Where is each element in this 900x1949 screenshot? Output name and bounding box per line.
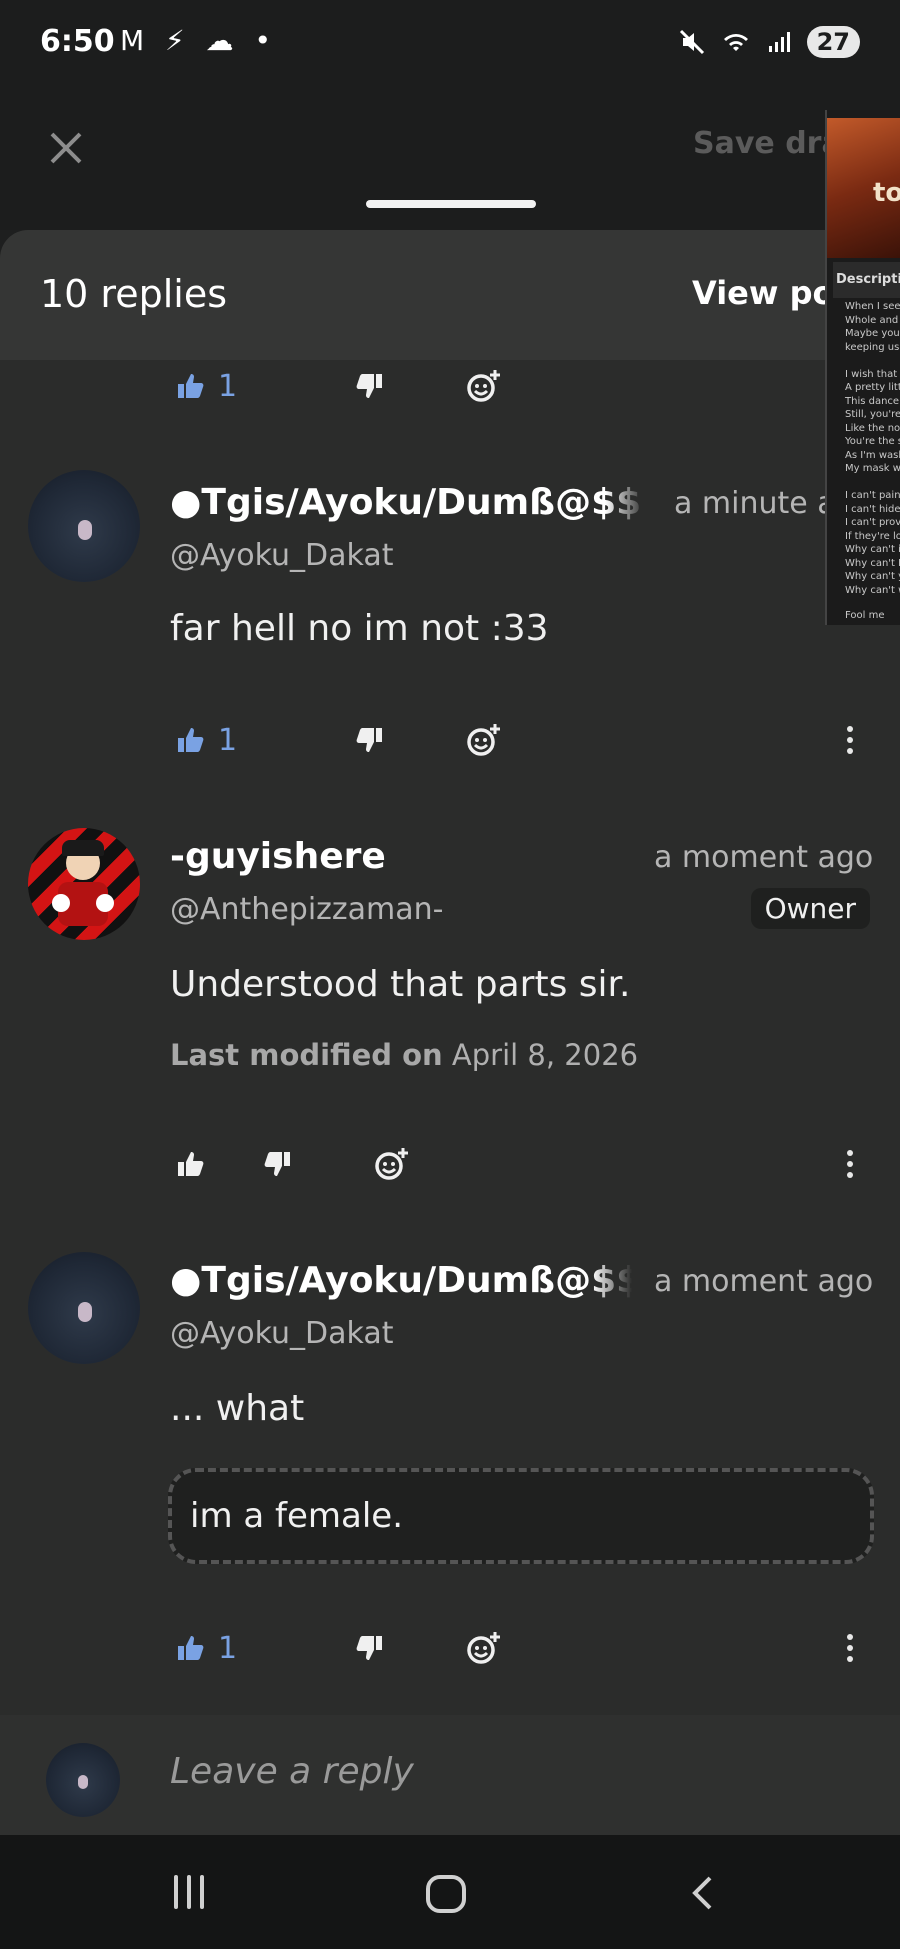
avatar[interactable] [28, 1252, 140, 1364]
comment-handle: @Ayoku_Dakat [170, 1316, 394, 1351]
top-bar: Save dra [0, 90, 900, 230]
more-options-icon[interactable] [840, 718, 860, 762]
comment-body: ... what [170, 1388, 305, 1429]
like-button[interactable] [170, 1628, 210, 1668]
reaction-row: 1 [170, 718, 506, 762]
add-reaction-button[interactable] [462, 718, 506, 762]
comment-username[interactable]: ●Tgis/Ayoku/Dumß@$$! [170, 482, 640, 523]
add-emoji-icon [467, 724, 500, 756]
sheet-header: 10 replies View pos [0, 230, 900, 360]
like-button[interactable] [170, 720, 210, 760]
avatar[interactable] [28, 828, 140, 940]
comment-username[interactable]: ●Tgis/Ayoku/Dumß@$$ [170, 1260, 632, 1301]
thumbnail-description-header: Descriptio [833, 262, 900, 298]
thumbs-up-icon [178, 1636, 204, 1660]
last-modified-label: Last modified on [170, 1038, 443, 1072]
thumbs-down-icon [356, 374, 382, 398]
comment-username[interactable]: -guyishere [170, 836, 386, 877]
username-fade [592, 1260, 632, 1304]
username-fade [605, 482, 645, 526]
replies-count: 10 replies [40, 272, 228, 316]
thumbnail-footer: Fool me [845, 610, 885, 621]
add-emoji-icon [467, 1632, 500, 1664]
quoted-reply: im a female. [168, 1468, 874, 1564]
reply-composer: Leave a reply [0, 1715, 900, 1835]
comment-handle: @Ayoku_Dakat [170, 538, 394, 573]
more-options-icon[interactable] [840, 1142, 860, 1186]
reaction-row: 1 [170, 364, 506, 408]
like-button[interactable] [170, 1144, 210, 1184]
notification-icons: M ⚡ ☁ • [120, 24, 278, 57]
mute-icon [679, 29, 704, 55]
system-nav-bar [0, 1835, 900, 1949]
wifi-icon [723, 34, 748, 51]
status-bar: 6:50 M ⚡ ☁ • 27 [0, 0, 900, 90]
more-options-icon[interactable] [840, 1626, 860, 1670]
comment-handle: @Anthepizzaman- [170, 892, 444, 927]
owner-badge: Owner [750, 888, 870, 929]
reaction-row: 1 [170, 1626, 506, 1670]
comment-body: far hell no im not :33 [170, 608, 549, 649]
thumbs-up-icon [178, 374, 204, 398]
video-thumbnail-overlay[interactable]: to Descriptio When I see Whole and Maybe… [825, 110, 900, 625]
close-icon[interactable] [46, 128, 86, 168]
dislike-button[interactable] [350, 366, 390, 406]
last-modified-date: April 8, 2026 [451, 1038, 639, 1072]
battery-indicator: 27 [806, 26, 860, 58]
thumbs-up-icon [178, 1152, 204, 1176]
dislike-button[interactable] [350, 1628, 390, 1668]
like-count: 1 [218, 368, 238, 404]
comment-time: a minute a [674, 486, 836, 521]
status-time: 6:50 [40, 24, 115, 59]
signal-icon [768, 32, 790, 52]
comment-time: a moment ago [654, 1264, 874, 1299]
add-emoji-icon [375, 1148, 408, 1180]
recent-apps-icon[interactable] [174, 1875, 204, 1909]
avatar [46, 1743, 120, 1817]
status-right-icons: 27 [679, 26, 860, 58]
thumbs-down-icon [356, 1636, 382, 1660]
back-icon[interactable] [690, 1875, 714, 1911]
save-draft-button[interactable]: Save dra [693, 126, 842, 161]
last-modified: Last modified on April 8, 2026 [170, 1038, 638, 1072]
add-reaction-button[interactable] [370, 1142, 414, 1186]
reaction-row [170, 1142, 414, 1186]
comment-body: Understood that parts sir. [170, 964, 631, 1005]
thumbs-down-icon [264, 1152, 290, 1176]
home-icon[interactable] [426, 1875, 466, 1913]
thumbs-up-icon [178, 728, 204, 752]
dislike-button[interactable] [258, 1144, 298, 1184]
add-reaction-button[interactable] [462, 1626, 506, 1670]
like-button[interactable] [170, 366, 210, 406]
reply-input[interactable]: Leave a reply [170, 1751, 414, 1792]
sheet-drag-handle[interactable] [366, 200, 536, 208]
replies-sheet: 10 replies View pos 1 ●Tgis/Ayoku/Dumß@$… [0, 230, 900, 1835]
add-reaction-button[interactable] [462, 364, 506, 408]
add-emoji-icon [467, 370, 500, 402]
avatar[interactable] [28, 470, 140, 582]
quoted-reply-text: im a female. [190, 1496, 404, 1536]
thumbnail-image: to [827, 118, 900, 258]
thumbnail-title: to [873, 178, 900, 208]
like-count: 1 [218, 722, 238, 758]
thumbnail-description-text: When I see Whole and Maybe you' keeping … [845, 301, 900, 596]
dislike-button[interactable] [350, 720, 390, 760]
like-count: 1 [218, 1630, 238, 1666]
thumbs-down-icon [356, 728, 382, 752]
comment-time: a moment ago [654, 840, 874, 875]
